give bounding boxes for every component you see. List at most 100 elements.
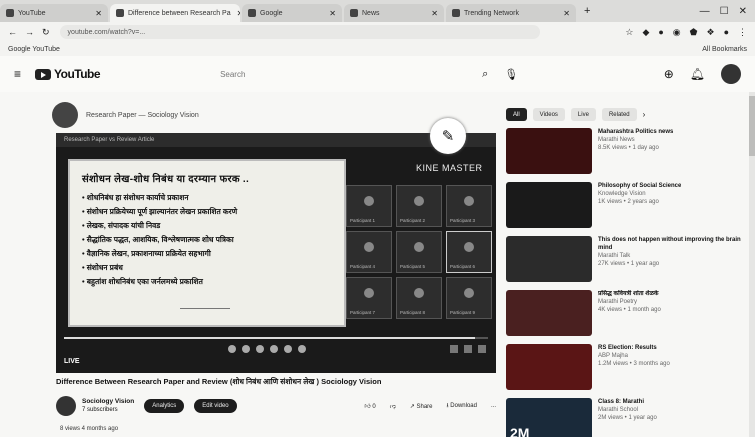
previous-icon[interactable] [228, 345, 236, 353]
live-badge: LIVE [64, 358, 80, 365]
edit-pen-icon[interactable]: ✎ [430, 118, 466, 154]
recommendation-title[interactable]: This does not happen without improving t… [598, 236, 746, 252]
close-window-icon[interactable]: ✕ [739, 6, 747, 17]
recommendation-info: प्रसिद्ध कवियत्री शांता शेळके Marathi Po… [598, 290, 661, 338]
settings-gear-icon[interactable] [298, 345, 306, 353]
recommendation-item[interactable]: Philosophy of Social Science Knowledge V… [506, 182, 746, 230]
channel-avatar[interactable] [52, 102, 78, 128]
thumbs-up-icon: 👍︎ [364, 404, 371, 410]
captions-icon[interactable] [284, 345, 292, 353]
recommendation-channel: Marathi Talk [598, 253, 631, 259]
chip-related[interactable]: Related [601, 108, 637, 121]
channel-name[interactable]: Sociology Vision [82, 398, 134, 405]
recommendation-item[interactable]: प्रसिद्ध कवियत्री शांता शेळके Marathi Po… [506, 290, 746, 338]
recommendation-thumbnail[interactable] [506, 128, 592, 174]
youtube-logo[interactable]: YouTube [35, 67, 101, 81]
description-preview[interactable]: 8 views 4 months ago [60, 426, 118, 432]
create-video-icon[interactable]: ⊕ [664, 67, 674, 81]
browser-tab[interactable]: Google ✕ [242, 4, 342, 22]
forward-icon[interactable]: → [25, 27, 34, 38]
dislike-icon[interactable]: 👎︎ [390, 402, 396, 410]
share-button[interactable]: ↗ Share [410, 403, 433, 410]
close-tab-icon[interactable]: ✕ [89, 9, 102, 18]
recommendation-info: Philosophy of Social Science Knowledge V… [598, 182, 681, 230]
participant-tile: Participant 2 [396, 185, 442, 227]
search-placeholder: Search [220, 69, 246, 79]
address-bar[interactable]: youtube.com/watch?v=... [59, 25, 540, 39]
recommendation-item[interactable]: Maharashtra Politics news Marathi News 8… [506, 128, 746, 176]
close-tab-icon[interactable]: ✕ [425, 9, 438, 18]
address-text: youtube.com/watch?v=... [67, 28, 146, 36]
profile-icon[interactable]: ● [724, 27, 729, 38]
all-bookmarks-link[interactable]: All Bookmarks [702, 46, 755, 53]
theater-mode-icon[interactable] [464, 345, 472, 353]
minimize-icon[interactable]: — [700, 6, 710, 17]
scrollbar-thumb[interactable] [749, 96, 755, 156]
recommendation-item[interactable]: 2M Class 8: Marathi Marathi School 2M vi… [506, 398, 746, 437]
download-button[interactable]: ⭳ Download [447, 401, 477, 411]
play-icon[interactable] [242, 345, 250, 353]
analytics-button[interactable]: Analytics [144, 399, 185, 413]
reload-icon[interactable]: ↻ [42, 27, 50, 38]
presentation-slide: संशोधन लेख-शोध निबंध या दरम्यान फरक .. •… [68, 159, 346, 327]
recommendation-thumbnail[interactable] [506, 236, 592, 282]
extension-icon[interactable]: ⬟ [690, 27, 698, 38]
recommendation-thumbnail[interactable] [506, 344, 592, 390]
hamburger-menu-icon[interactable]: ≡ [14, 67, 21, 81]
microphone-icon[interactable]: 🎙︎ [504, 68, 518, 81]
close-tab-icon[interactable]: ✕ [557, 9, 570, 18]
bookmark-item[interactable]: Google YouTube [0, 46, 60, 53]
notifications-bell-icon[interactable]: 🔔︎ [690, 67, 705, 81]
search-icon[interactable]: ⌕ [482, 68, 488, 81]
search-input[interactable]: Search [220, 64, 470, 84]
browser-tab[interactable]: YouTube ✕ [0, 4, 108, 22]
video-player[interactable]: Research Paper vs Review Article संशोधन … [56, 133, 496, 373]
browser-tab-active[interactable]: Difference between Research Pa ✕ [110, 4, 240, 22]
browser-toolbar: ← → ↻ youtube.com/watch?v=... ☆ ◆ ● ◉ ⬟ … [0, 22, 755, 42]
recommendation-title[interactable]: Philosophy of Social Science [598, 182, 681, 190]
close-tab-icon[interactable]: ✕ [231, 9, 240, 18]
recommendation-title[interactable]: RS Election: Results [598, 344, 670, 352]
chip-all[interactable]: All [506, 108, 527, 121]
account-avatar[interactable] [721, 64, 741, 84]
bookmark-star-icon[interactable]: ☆ [625, 27, 633, 38]
extension-icon[interactable]: ◉ [673, 27, 681, 38]
extension-icon[interactable]: ◆ [642, 27, 649, 38]
player-controls: LIVE [56, 333, 496, 373]
miniplayer-icon[interactable] [450, 345, 458, 353]
recommendation-thumbnail[interactable] [506, 182, 592, 228]
recommendation-thumbnail[interactable] [506, 290, 592, 336]
slide-points: • शोधनिबंध हा संशोधन कार्याचे प्रकाशन • … [82, 191, 332, 289]
like-button[interactable]: 👍︎ 0 [364, 402, 375, 410]
channel-avatar[interactable] [56, 396, 76, 416]
recommendation-title[interactable]: Class 8: Marathi [598, 398, 657, 406]
recommendation-item[interactable]: This does not happen without improving t… [506, 236, 746, 284]
close-tab-icon[interactable]: ✕ [323, 9, 336, 18]
browser-tab[interactable]: News ✕ [344, 4, 444, 22]
browser-window: YouTube ✕ Difference between Research Pa… [0, 0, 755, 437]
fullscreen-icon[interactable] [478, 345, 486, 353]
recommendation-title[interactable]: Maharashtra Politics news [598, 128, 673, 136]
page-scrollbar[interactable] [749, 92, 755, 437]
maximize-icon[interactable]: ☐ [720, 6, 729, 17]
recommendation-thumbnail[interactable]: 2M [506, 398, 592, 437]
bookmarks-bar: Google YouTube All Bookmarks [0, 42, 755, 57]
new-tab-button[interactable]: + [578, 5, 596, 17]
extension-icon[interactable]: ❖ [706, 27, 714, 38]
chip-live[interactable]: Live [570, 108, 596, 121]
recommendation-title[interactable]: प्रसिद्ध कवियत्री शांता शेळके [598, 290, 661, 298]
participant-tile: Participant 4 [346, 231, 392, 273]
next-icon[interactable] [256, 345, 264, 353]
chips-next-icon[interactable]: › [643, 110, 646, 119]
edit-video-button[interactable]: Edit video [194, 399, 237, 413]
progress-bar[interactable] [64, 337, 488, 339]
back-icon[interactable]: ← [8, 27, 17, 38]
menu-kebab-icon[interactable]: ⋮ [738, 27, 747, 38]
more-actions-button[interactable]: ... [491, 403, 496, 409]
browser-tab[interactable]: Trending Network ✕ [446, 4, 576, 22]
chip-videos[interactable]: Videos [532, 108, 565, 121]
volume-icon[interactable] [270, 345, 278, 353]
extension-icon[interactable]: ● [658, 27, 663, 38]
recommendation-item[interactable]: RS Election: Results ABP Majha 1.2M view… [506, 344, 746, 392]
slide-point: • संशोधन प्रक्रियेच्या पूर्ण झाल्यानंतर … [82, 207, 238, 216]
